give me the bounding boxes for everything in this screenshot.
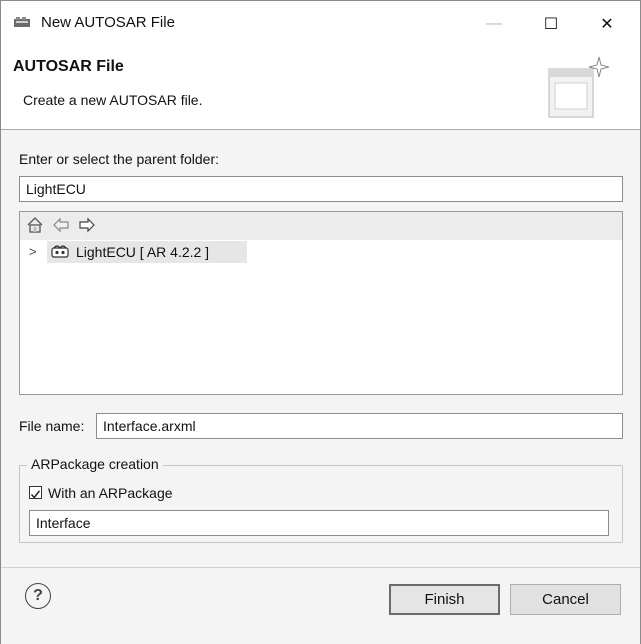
- arpackage-group-title: ARPackage creation: [27, 456, 163, 472]
- folder-tree[interactable]: > LightECU [ AR 4.2.2 ]: [19, 211, 623, 395]
- autosar-app-icon: [14, 17, 30, 27]
- dialog-footer: ? Finish Cancel: [1, 567, 640, 644]
- wizard-banner-icon: [548, 56, 609, 118]
- title-bar: New AUTOSAR File — ☐ ✕: [1, 1, 640, 45]
- minimize-button[interactable]: —: [471, 9, 517, 39]
- parent-folder-input[interactable]: LightECU: [19, 176, 623, 202]
- window-title: New AUTOSAR File: [41, 14, 175, 31]
- wizard-body: Enter or select the parent folder: Light…: [1, 130, 640, 567]
- help-icon[interactable]: ?: [25, 583, 51, 609]
- file-name-input[interactable]: Interface.arxml: [96, 413, 623, 439]
- parent-folder-label: Enter or select the parent folder:: [19, 151, 219, 167]
- page-title: AUTOSAR File: [13, 58, 124, 75]
- tree-item[interactable]: > LightECU [ AR 4.2.2 ]: [21, 240, 622, 264]
- close-button[interactable]: ✕: [584, 9, 630, 39]
- arpackage-checkbox[interactable]: [29, 486, 42, 499]
- page-description: Create a new AUTOSAR file.: [23, 92, 203, 108]
- file-name-label: File name:: [19, 418, 85, 434]
- arpackage-checkbox-label[interactable]: With an ARPackage: [48, 485, 173, 501]
- forward-arrow-icon[interactable]: [78, 216, 96, 234]
- finish-button[interactable]: Finish: [389, 584, 500, 615]
- checkmark-icon: [30, 490, 41, 499]
- autosar-project-icon: [51, 245, 69, 258]
- arpackage-name-input[interactable]: Interface: [29, 510, 609, 536]
- cancel-button[interactable]: Cancel: [510, 584, 621, 615]
- expand-caret-icon[interactable]: >: [29, 244, 37, 259]
- back-arrow-icon[interactable]: [52, 216, 70, 234]
- dialog-window: New AUTOSAR File — ☐ ✕ AUTOSAR File Crea…: [0, 0, 641, 644]
- tree-toolbar: [20, 212, 622, 240]
- maximize-button[interactable]: ☐: [528, 9, 574, 39]
- tree-item-label: LightECU [ AR 4.2.2 ]: [76, 244, 210, 260]
- wizard-header: AUTOSAR File Create a new AUTOSAR file.: [1, 45, 640, 130]
- home-icon[interactable]: [26, 216, 44, 234]
